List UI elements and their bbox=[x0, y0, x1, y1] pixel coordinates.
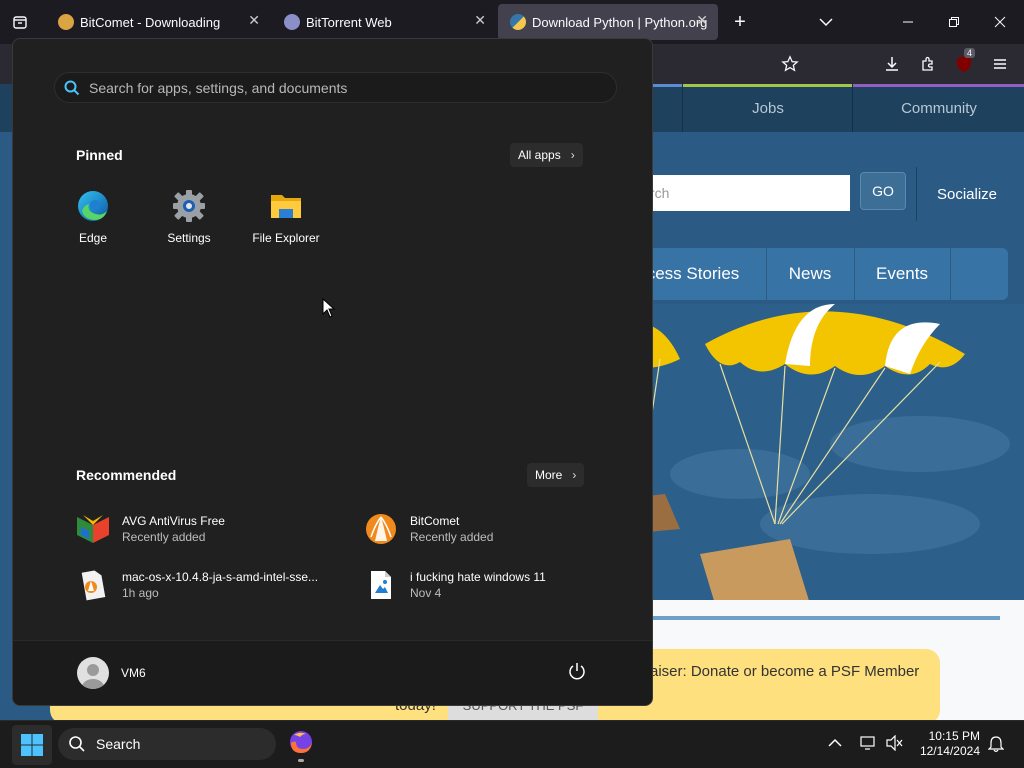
tab-overview-icon[interactable] bbox=[6, 8, 34, 36]
close-tab-icon[interactable]: ✕ bbox=[696, 12, 708, 29]
taskbar-search-label: Search bbox=[96, 736, 141, 752]
user-account-button[interactable]: VM6 bbox=[65, 649, 146, 697]
recommended-item-detail: Recently added bbox=[410, 530, 494, 544]
recommended-item-image-file[interactable]: i fucking hate windows 11 Nov 4 bbox=[365, 565, 546, 605]
recommended-item-name: AVG AntiVirus Free bbox=[122, 514, 225, 528]
content-divider bbox=[620, 616, 1000, 620]
more-button[interactable]: More › bbox=[527, 463, 585, 487]
minimize-window-icon[interactable] bbox=[894, 8, 922, 36]
clock-date: 12/14/2024 bbox=[919, 744, 980, 758]
bookmark-star-icon[interactable] bbox=[776, 50, 804, 78]
downloads-icon[interactable] bbox=[878, 50, 906, 78]
windows-logo-icon bbox=[21, 734, 43, 756]
socialize-button[interactable]: Socialize bbox=[916, 167, 1017, 221]
user-avatar-icon bbox=[77, 657, 109, 689]
file-explorer-icon bbox=[269, 189, 303, 223]
image-file-icon bbox=[365, 569, 397, 601]
pinned-title: Pinned bbox=[76, 147, 123, 163]
recommended-item-bitcomet[interactable]: BitComet Recently added bbox=[365, 509, 493, 549]
recommended-item-detail: Nov 4 bbox=[410, 586, 442, 600]
pinned-app-file-explorer[interactable]: File Explorer bbox=[238, 189, 334, 245]
avg-icon bbox=[77, 513, 109, 545]
taskbar-firefox[interactable] bbox=[286, 729, 316, 762]
extensions-icon[interactable] bbox=[914, 50, 942, 78]
recommended-item-name: BitComet bbox=[410, 514, 460, 528]
pinned-app-label: Edge bbox=[78, 231, 108, 245]
start-menu: Pinned All apps › Edge bbox=[12, 38, 653, 706]
close-tab-icon[interactable]: ✕ bbox=[474, 12, 486, 29]
show-hidden-icons-chevron-icon[interactable] bbox=[828, 735, 848, 755]
restore-window-icon[interactable] bbox=[940, 8, 968, 36]
nav-jobs[interactable]: Jobs bbox=[682, 84, 853, 132]
torrent-file-icon bbox=[77, 569, 109, 601]
pinned-app-settings[interactable]: Settings bbox=[141, 189, 237, 245]
tab-bittorrent-web[interactable]: BitTorrent Web ✕ bbox=[272, 4, 496, 40]
nav-news[interactable]: News bbox=[766, 248, 855, 300]
tab-title: BitComet - Downloading bbox=[80, 14, 221, 30]
site-main-nav: cess Stories News Events bbox=[620, 248, 1008, 300]
settings-icon bbox=[172, 189, 206, 223]
pinned-app-label: Settings bbox=[167, 231, 211, 245]
chevron-right-icon: › bbox=[570, 148, 575, 162]
parachute-boxes-illustration bbox=[620, 304, 1010, 604]
all-apps-label: All apps bbox=[518, 148, 561, 162]
recommended-item-name: i fucking hate windows 11 bbox=[410, 570, 546, 584]
start-search-box[interactable] bbox=[54, 72, 617, 103]
site-search-input[interactable]: rch bbox=[640, 175, 850, 211]
site-search-go-button[interactable]: GO bbox=[860, 172, 906, 210]
tab-title: Download Python | Python.org bbox=[532, 14, 708, 30]
close-window-icon[interactable] bbox=[986, 8, 1014, 36]
python-favicon-icon bbox=[510, 14, 526, 30]
close-tab-icon[interactable]: ✕ bbox=[248, 12, 260, 29]
recommended-item-name: mac-os-x-10.4.8-ja-s-amd-intel-sse... bbox=[122, 570, 319, 584]
tab-bitcomet[interactable]: BitComet - Downloading ✕ bbox=[46, 4, 270, 40]
new-tab-icon[interactable]: + bbox=[726, 8, 754, 36]
firefox-icon bbox=[290, 731, 312, 753]
chevron-right-icon: › bbox=[572, 468, 577, 482]
recommended-item-avg[interactable]: AVG AntiVirus Free Recently added bbox=[77, 509, 225, 549]
hero-illustration bbox=[620, 304, 1024, 604]
recommended-title: Recommended bbox=[76, 467, 177, 483]
nav-events[interactable]: Events bbox=[854, 248, 951, 300]
volume-muted-icon[interactable] bbox=[886, 734, 906, 755]
nav-community[interactable]: Community bbox=[852, 84, 1024, 132]
mouse-cursor-icon bbox=[322, 298, 336, 318]
recommended-item-detail: Recently added bbox=[122, 530, 206, 544]
system-clock[interactable]: 10:15 PM 12/14/2024 bbox=[920, 729, 980, 759]
recommended-item-torrent-file[interactable]: mac-os-x-10.4.8-ja-s-amd-intel-sse... 1h… bbox=[77, 565, 318, 605]
taskbar-search-box[interactable]: Search bbox=[58, 728, 276, 760]
list-all-tabs-icon[interactable] bbox=[812, 8, 840, 36]
tab-title: BitTorrent Web bbox=[306, 14, 392, 30]
recommended-item-detail: 1h ago bbox=[122, 586, 159, 600]
search-icon bbox=[64, 80, 80, 95]
search-icon bbox=[69, 736, 85, 752]
edge-icon bbox=[76, 189, 110, 223]
pinned-app-edge[interactable]: Edge bbox=[45, 189, 141, 245]
notification-bell-icon[interactable] bbox=[987, 735, 1008, 755]
tab-python-download[interactable]: Download Python | Python.org ✕ bbox=[498, 4, 718, 40]
ublock-origin-icon[interactable]: 4 bbox=[950, 48, 978, 78]
all-apps-button[interactable]: All apps › bbox=[510, 143, 583, 167]
more-label: More bbox=[535, 468, 563, 482]
clock-time: 10:15 PM bbox=[928, 729, 980, 743]
start-button[interactable] bbox=[12, 725, 52, 765]
bitcomet-icon bbox=[365, 513, 397, 545]
extension-badge: 4 bbox=[964, 48, 976, 58]
start-menu-footer: VM6 bbox=[13, 640, 652, 705]
taskbar: Search 10:15 PM 12/14/2024 bbox=[0, 720, 1024, 768]
network-icon[interactable] bbox=[860, 735, 880, 755]
app-menu-icon[interactable] bbox=[986, 50, 1014, 78]
bittorrent-favicon-icon bbox=[284, 14, 300, 30]
bitcomet-favicon-icon bbox=[58, 14, 74, 30]
user-name: VM6 bbox=[121, 666, 146, 680]
pinned-app-label: File Explorer bbox=[252, 231, 320, 245]
start-search-input[interactable] bbox=[87, 78, 591, 97]
running-indicator bbox=[298, 759, 304, 762]
power-icon[interactable] bbox=[567, 661, 591, 685]
psf-banner-text: aiser: Donate or become a PSF Member bbox=[650, 663, 920, 680]
